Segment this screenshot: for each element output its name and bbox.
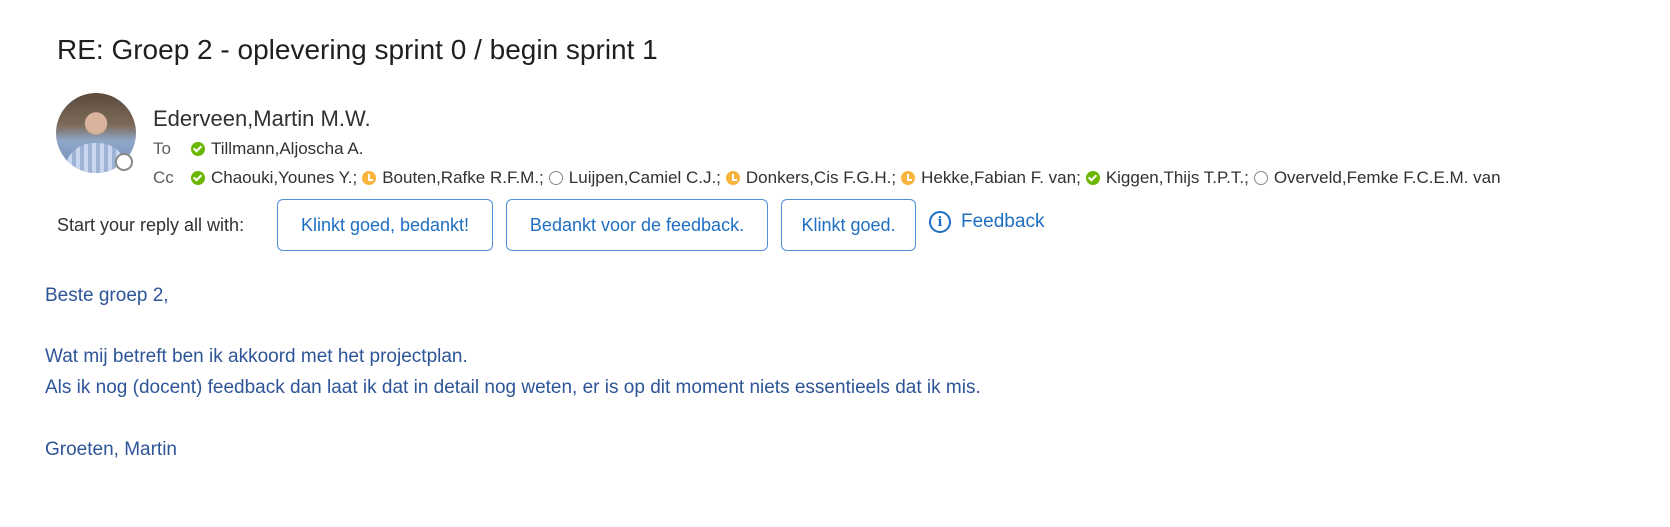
reply-all-label: Start your reply all with: (57, 215, 245, 235)
recipient-cc[interactable]: Luijpen,Camiel C.J.; (548, 168, 721, 188)
recipient-name: Tillmann,Aljoscha A. (211, 139, 364, 158)
presence-available-icon (191, 142, 205, 156)
cc-row: Cc Chaouki,Younes Y.; Bouten,Rafke R.F.M… (153, 168, 1506, 188)
recipient-name: Chaouki,Younes Y.; (211, 168, 358, 187)
to-row: To Tillmann,Aljoscha A. (153, 139, 368, 159)
presence-available-icon (191, 171, 205, 185)
recipient-cc[interactable]: Chaouki,Younes Y.; (191, 168, 357, 188)
presence-away-icon (901, 171, 916, 185)
suggested-reply-button[interactable]: Klinkt goed, bedankt! (277, 199, 493, 251)
cc-label: Cc (153, 168, 174, 187)
feedback-label: Feedback (961, 211, 1045, 232)
recipient-name: Hekke,Fabian F. van; (921, 168, 1081, 187)
suggested-reply-button[interactable]: Bedankt voor de feedback. (506, 199, 768, 251)
recipient-cc[interactable]: Hekke,Fabian F. van; (901, 168, 1081, 188)
body-closing: Groeten, Martin (45, 439, 177, 460)
info-icon: i (929, 211, 951, 233)
feedback-button[interactable]: i Feedback (929, 211, 1044, 233)
recipient-name: Bouten,Rafke R.F.M.; (382, 168, 544, 187)
presence-offline-indicator (115, 153, 133, 171)
recipient-cc[interactable]: Donkers,Cis F.G.H.; (725, 168, 897, 188)
recipient-name: Overveld,Femke F.C.E.M. van (1273, 168, 1501, 187)
recipient-name: Luijpen,Camiel C.J.; (568, 168, 721, 187)
presence-away-icon (725, 171, 740, 185)
recipient-name: Kiggen,Thijs T.P.T.; (1105, 168, 1249, 187)
presence-away-icon (362, 171, 377, 185)
email-subject: RE: Groep 2 - oplevering sprint 0 / begi… (57, 34, 658, 65)
recipient-to[interactable]: Tillmann,Aljoscha A. (191, 139, 363, 159)
recipient-cc[interactable]: Overveld,Femke F.C.E.M. van (1253, 168, 1501, 188)
presence-available-icon (1085, 171, 1100, 185)
presence-offline-icon (548, 171, 563, 185)
recipient-name: Donkers,Cis F.G.H.; (745, 168, 897, 187)
body-line: Als ik nog (docent) feedback dan laat ik… (45, 377, 981, 398)
sender-name[interactable]: Ederveen,Martin M.W. (153, 106, 371, 132)
body-greeting: Beste groep 2, (45, 285, 169, 306)
presence-offline-icon (1253, 171, 1268, 185)
recipient-cc[interactable]: Bouten,Rafke R.F.M.; (362, 168, 544, 188)
suggested-reply-button[interactable]: Klinkt goed. (781, 199, 916, 251)
body-line: Wat mij betreft ben ik akkoord met het p… (45, 346, 468, 367)
recipient-cc[interactable]: Kiggen,Thijs T.P.T.; (1085, 168, 1249, 188)
to-label: To (153, 139, 171, 158)
